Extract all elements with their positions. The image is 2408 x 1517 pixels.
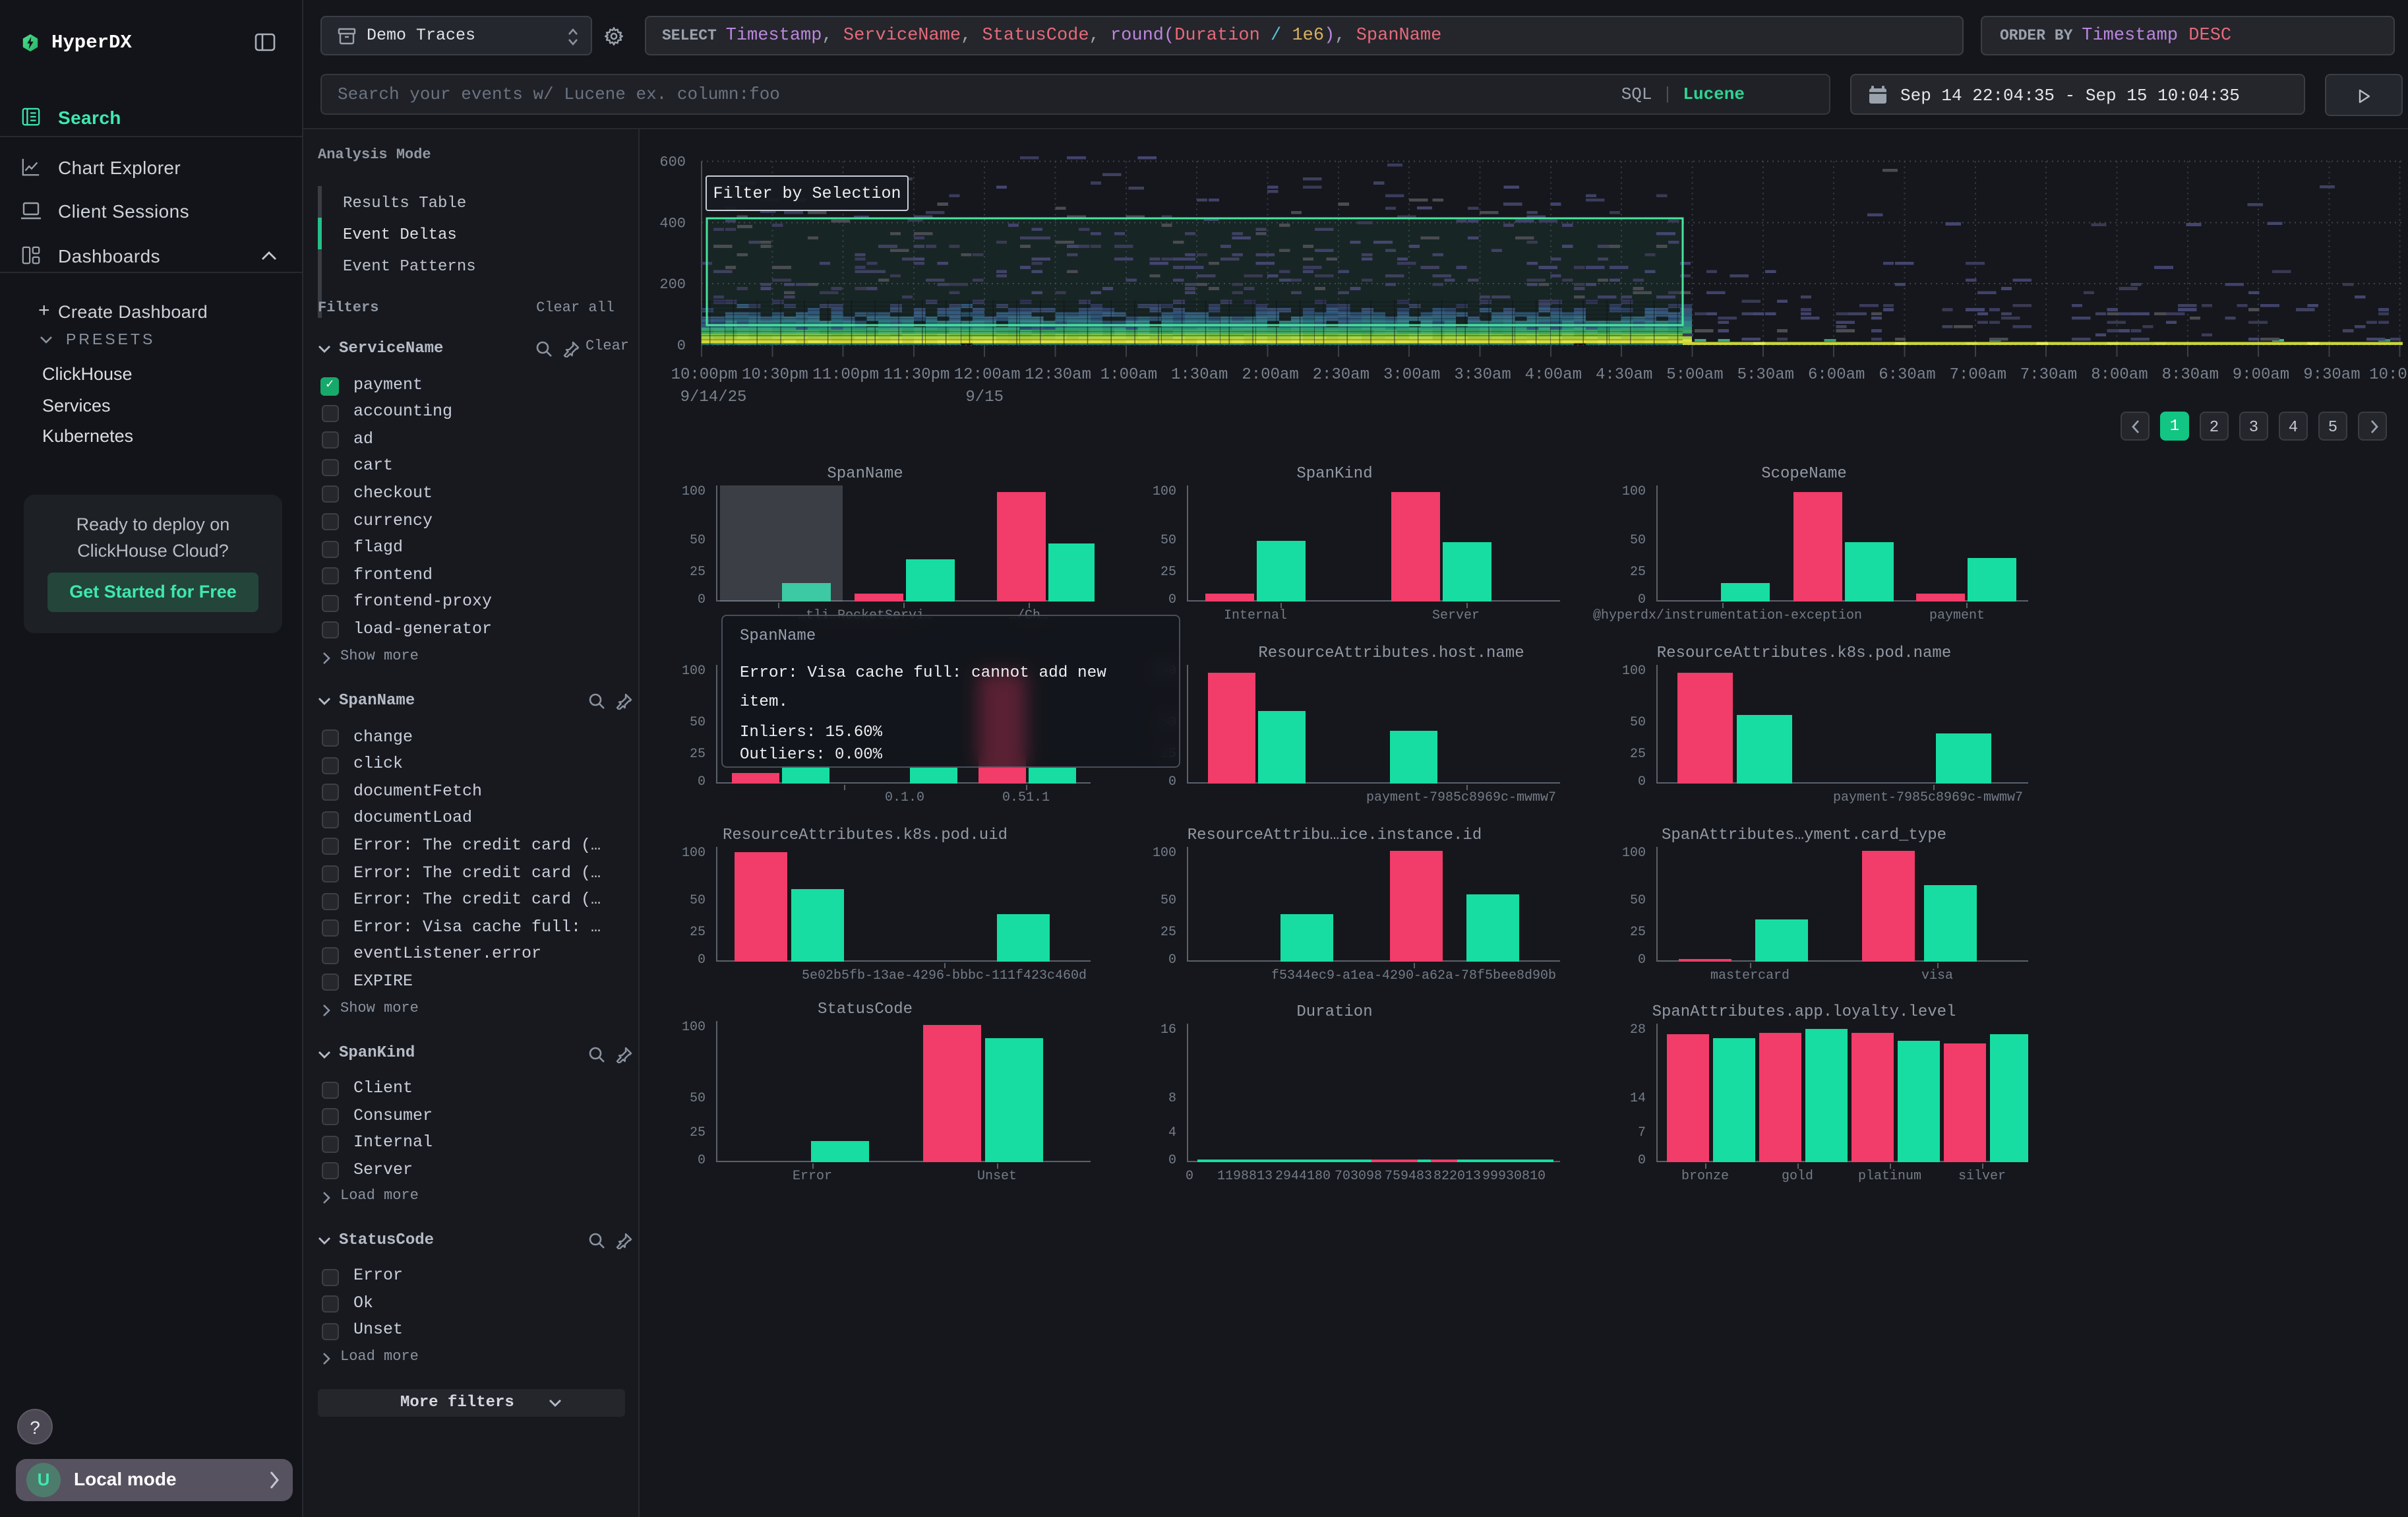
svg-text:5:00am: 5:00am [1666, 366, 1723, 384]
svg-text:2:00am: 2:00am [1242, 366, 1298, 384]
svg-text:8:00am: 8:00am [2091, 366, 2148, 384]
svg-text:2:30am: 2:30am [1313, 366, 1370, 384]
svg-text:1:00am: 1:00am [1100, 366, 1157, 384]
svg-text:3:30am: 3:30am [1454, 366, 1511, 384]
svg-text:0: 0 [677, 338, 686, 354]
svg-text:9:30am: 9:30am [2303, 366, 2360, 384]
svg-text:600: 600 [659, 154, 686, 171]
svg-text:9/15: 9/15 [965, 388, 1004, 406]
svg-text:9/14/25: 9/14/25 [680, 388, 747, 406]
svg-text:10:30pm: 10:30pm [742, 366, 808, 384]
svg-text:7:30am: 7:30am [2020, 366, 2077, 384]
svg-text:12:00am: 12:00am [954, 366, 1021, 384]
svg-text:11:30pm: 11:30pm [884, 366, 950, 384]
svg-text:12:30am: 12:30am [1025, 366, 1091, 384]
svg-text:3:00am: 3:00am [1383, 366, 1440, 384]
svg-text:8:30am: 8:30am [2162, 366, 2219, 384]
svg-text:4:00am: 4:00am [1525, 366, 1582, 384]
svg-text:9:00am: 9:00am [2233, 366, 2289, 384]
svg-text:1:30am: 1:30am [1171, 366, 1228, 384]
svg-text:6:00am: 6:00am [1808, 366, 1865, 384]
svg-text:10:00am: 10:00am [2369, 366, 2408, 384]
svg-text:5:30am: 5:30am [1737, 366, 1794, 384]
svg-text:7:00am: 7:00am [1950, 366, 2006, 384]
svg-text:6:30am: 6:30am [1879, 366, 1935, 384]
svg-text:11:00pm: 11:00pm [812, 366, 879, 384]
svg-text:10:00pm: 10:00pm [671, 366, 738, 384]
svg-text:200: 200 [659, 276, 686, 293]
svg-text:4:30am: 4:30am [1596, 366, 1652, 384]
svg-text:400: 400 [659, 215, 686, 232]
